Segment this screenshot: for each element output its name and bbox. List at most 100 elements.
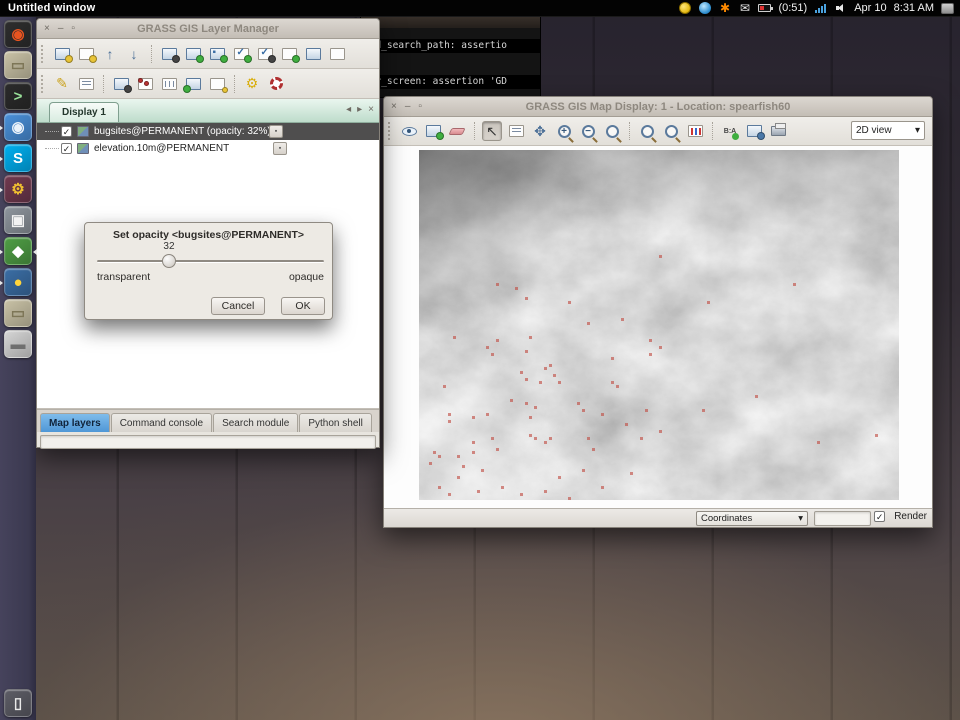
zoom-out-icon: −: [582, 125, 595, 138]
layer-options-button[interactable]: ▪: [269, 125, 283, 138]
pan-button[interactable]: ✥: [530, 121, 550, 141]
tab-display-1[interactable]: Display 1: [49, 102, 119, 122]
dash-home-icon: ◉: [11, 25, 24, 43]
modeler-button[interactable]: [183, 74, 203, 94]
launcher-item-screenshot-tool[interactable]: ▣: [4, 206, 32, 234]
zoom-back-button[interactable]: [637, 121, 657, 141]
help-button[interactable]: [266, 74, 286, 94]
add-raster-button[interactable]: [183, 44, 203, 64]
import-raster-button[interactable]: [111, 74, 131, 94]
app-indicator-blue-icon[interactable]: [698, 2, 711, 15]
launcher-item-terminal[interactable]: >: [4, 82, 32, 110]
analyze-map-button[interactable]: [685, 121, 705, 141]
add-multiple-layers-button[interactable]: [159, 44, 179, 64]
tab-python-shell[interactable]: Python shell: [299, 413, 371, 432]
add-vector-button[interactable]: ✓: [231, 44, 251, 64]
launcher-item-python[interactable]: ●: [4, 268, 32, 296]
map-canvas[interactable]: [384, 146, 932, 509]
layer-checkbox[interactable]: ✓: [61, 126, 72, 137]
layer-row-bugsites[interactable]: ✓ bugsites@PERMANENT (opacity: 32%) ▪: [37, 123, 379, 140]
run-script-button[interactable]: [207, 74, 227, 94]
modeler-icon: [186, 78, 201, 90]
georectify-button[interactable]: [159, 74, 179, 94]
add-overlay-button[interactable]: B:A: [720, 121, 740, 141]
tab-command-console[interactable]: Command console: [111, 413, 212, 432]
map-display-titlebar[interactable]: × ‒ ▫ GRASS GIS Map Display: 1 - Locatio…: [384, 97, 932, 117]
zoom-in-button[interactable]: +: [554, 121, 574, 141]
abacus-icon: [138, 78, 153, 90]
bugsite-point: [549, 437, 552, 440]
battery-icon[interactable]: [758, 2, 771, 15]
print-display-button[interactable]: [768, 121, 788, 141]
layer-manager-titlebar[interactable]: × ‒ ▫ GRASS GIS Layer Manager: [37, 19, 379, 39]
opacity-slider-track[interactable]: [97, 260, 324, 263]
add-raster-misc-button[interactable]: ▪: [207, 44, 227, 64]
launcher-item-chromium-browser[interactable]: ◉: [4, 113, 32, 141]
launcher-item-trash[interactable]: ▯: [4, 689, 32, 717]
new-display-button[interactable]: [52, 44, 72, 64]
bugsite-point: [472, 441, 475, 444]
battery-time[interactable]: (0:51): [778, 2, 807, 14]
map-calculator-button[interactable]: [135, 74, 155, 94]
layer-options-button[interactable]: ▪: [273, 142, 287, 155]
messaging-menu-icon[interactable]: ✉: [738, 2, 751, 15]
opacity-slider-thumb[interactable]: [162, 254, 176, 268]
map-display-window: × ‒ ▫ GRASS GIS Map Display: 1 - Locatio…: [383, 96, 933, 528]
pointer-button[interactable]: ↖: [482, 121, 502, 141]
render-checkbox[interactable]: ✓: [874, 511, 885, 522]
query-button[interactable]: [506, 121, 526, 141]
settings-button[interactable]: ⚙: [242, 74, 262, 94]
toolbar-grip[interactable]: [41, 45, 46, 63]
launcher-item-files[interactable]: ▭: [4, 51, 32, 79]
tab-prev-icon[interactable]: ◂: [346, 104, 351, 115]
tab-map-layers[interactable]: Map layers: [40, 413, 110, 432]
launcher-item-system-tool[interactable]: ⚙: [4, 175, 32, 203]
command-layer-icon: [282, 48, 297, 60]
layer-row-elevation[interactable]: ✓ elevation.10m@PERMANENT ▪: [37, 140, 379, 157]
dialog-title: Set opacity <bugsites@PERMANENT>: [85, 223, 332, 241]
time-label[interactable]: 8:31 AM: [894, 2, 934, 14]
edit-vector-button[interactable]: ✎: [52, 74, 72, 94]
bugsite-point: [558, 381, 561, 384]
save-workspace-button[interactable]: ↓: [124, 44, 144, 64]
open-workspace-button[interactable]: ↑: [100, 44, 120, 64]
terminal-window[interactable]: end_search_path: assertio for_screen: as…: [360, 14, 541, 98]
toolbar-grip[interactable]: [388, 122, 393, 140]
zoom-out-button[interactable]: −: [578, 121, 598, 141]
new-workspace-button[interactable]: [76, 44, 96, 64]
add-overlay-layer-button[interactable]: [327, 44, 347, 64]
pointer-icon: ↖: [486, 123, 498, 140]
add-command-layer-button[interactable]: [279, 44, 299, 64]
attribute-table-button[interactable]: [76, 74, 96, 94]
session-menu-icon[interactable]: [941, 2, 954, 15]
tab-close-icon[interactable]: ×: [368, 104, 374, 115]
launcher-item-skype[interactable]: S: [4, 144, 32, 172]
network-signal-icon[interactable]: [814, 2, 827, 15]
layer-checkbox[interactable]: ✓: [61, 143, 72, 154]
date-label[interactable]: Apr 10: [854, 2, 886, 14]
bugsite-point: [568, 497, 571, 500]
ok-button[interactable]: OK: [281, 297, 325, 315]
tab-next-icon[interactable]: ▸: [357, 104, 362, 115]
toolbar-grip[interactable]: [41, 75, 46, 93]
volume-icon[interactable]: [834, 2, 847, 15]
render-display-button[interactable]: [423, 121, 443, 141]
add-vector-misc-button[interactable]: ✓: [255, 44, 275, 64]
launcher-item-dash-home[interactable]: ◉: [4, 20, 32, 48]
launcher-item-folder[interactable]: ▭: [4, 299, 32, 327]
app-indicator-star-icon[interactable]: ✱: [718, 2, 731, 15]
launcher-item-removable-drive[interactable]: ▬: [4, 330, 32, 358]
add-group-button[interactable]: [303, 44, 323, 64]
erase-display-button[interactable]: [447, 121, 467, 141]
launcher-item-grass-gis[interactable]: ◆: [4, 237, 32, 265]
zoom-extent-button[interactable]: [602, 121, 622, 141]
keyboard-indicator-icon[interactable]: [678, 2, 691, 15]
statusbar-mode-select[interactable]: Coordinates ▾: [696, 511, 808, 526]
zoom-to-map-button[interactable]: [661, 121, 681, 141]
tab-search-module[interactable]: Search module: [213, 413, 298, 432]
view-mode-select[interactable]: 2D view ▾: [851, 121, 925, 140]
cancel-button[interactable]: Cancel: [211, 297, 265, 315]
save-display-button[interactable]: [744, 121, 764, 141]
bugsite-point: [539, 381, 542, 384]
show-display-button[interactable]: [399, 121, 419, 141]
